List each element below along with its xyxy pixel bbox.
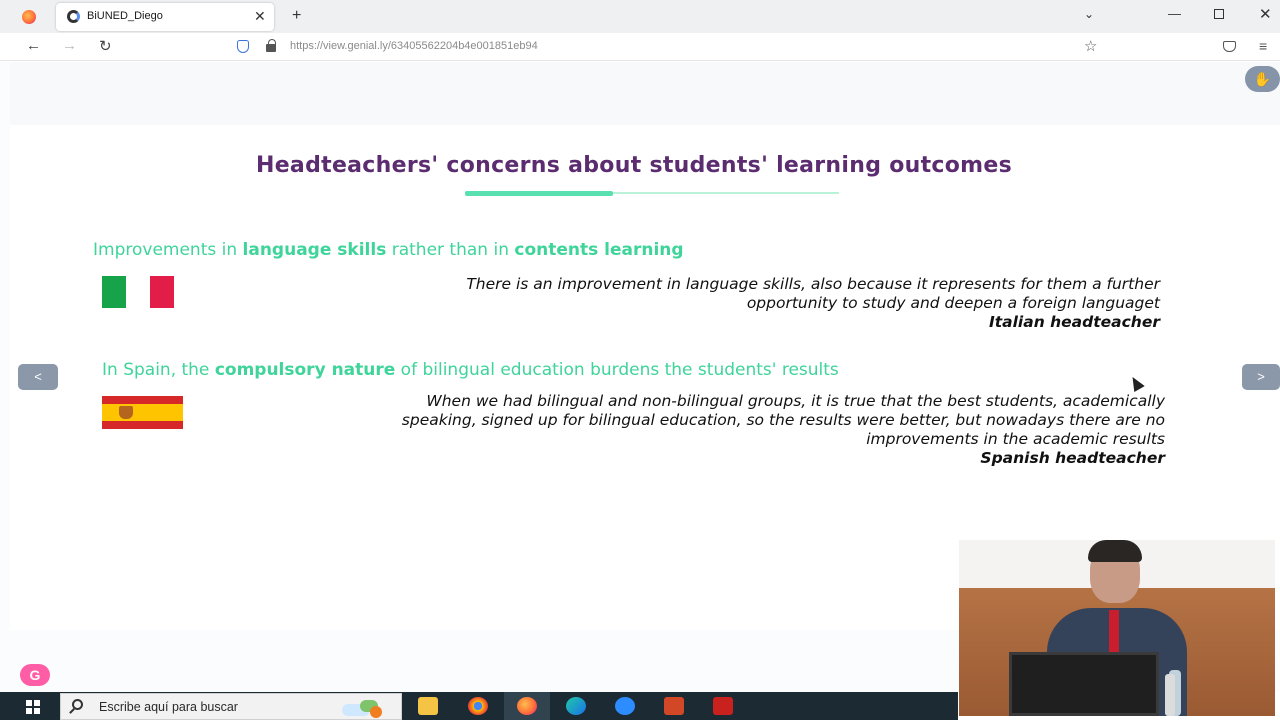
url-bar[interactable]: https://view.genial.ly/63405562204b4e001… xyxy=(290,40,538,52)
window-close-icon[interactable]: ✕ xyxy=(1259,5,1272,23)
italy-heading-bold-1: language skills xyxy=(242,240,387,260)
weather-widget-icon[interactable] xyxy=(338,696,386,718)
italy-quote: There is an improvement in language skil… xyxy=(466,275,1160,332)
italy-heading-bold-2: contents learning xyxy=(514,240,684,260)
hand-icon-button[interactable]: ✋ xyxy=(1245,66,1280,92)
tab-title: BiUNED_Diego xyxy=(87,10,163,22)
file-explorer-icon[interactable] xyxy=(418,697,438,715)
chrome-icon[interactable] xyxy=(468,697,488,715)
zoom-icon[interactable] xyxy=(615,697,635,715)
tab-list-chevron-down-icon[interactable]: ⌄ xyxy=(1084,7,1094,21)
browser-tab[interactable]: BiUNED_Diego ✕ xyxy=(56,3,274,31)
genially-logo-button[interactable]: G xyxy=(20,664,50,686)
spain-heading-text-2: of bilingual education burdens the stude… xyxy=(395,360,839,380)
slide-top-band xyxy=(10,62,1280,125)
edge-icon[interactable] xyxy=(566,697,586,715)
back-icon[interactable]: ← xyxy=(26,37,41,54)
pocket-icon[interactable] xyxy=(1223,41,1236,52)
spain-quote: When we had bilingual and non-bilingual … xyxy=(402,392,1165,468)
italy-quote-line-2: opportunity to study and deepen a foreig… xyxy=(746,294,1160,312)
genially-favicon xyxy=(67,10,80,23)
new-tab-plus-icon[interactable]: + xyxy=(292,7,301,25)
taskbar-search-placeholder: Escribe aquí para buscar xyxy=(99,700,238,714)
firefox-icon[interactable] xyxy=(22,10,36,24)
browser-nav-bar: ← → ↻ https://view.genial.ly/63405562204… xyxy=(0,33,1280,61)
spain-quote-line-3: improvements in the academic results xyxy=(866,430,1165,448)
spain-heading-bold: compulsory nature xyxy=(214,360,396,380)
lock-icon[interactable] xyxy=(266,39,276,52)
slide-title: Headteachers' concerns about students' l… xyxy=(256,153,1012,178)
spain-quote-line-2: speaking, signed up for bilingual educat… xyxy=(401,411,1165,429)
italy-quote-author: Italian headteacher xyxy=(988,313,1160,331)
italy-flag xyxy=(102,276,174,308)
browser-tab-bar: BiUNED_Diego ✕ + ⌄ — ✕ xyxy=(0,0,1280,33)
tab-close-icon[interactable]: ✕ xyxy=(254,8,266,25)
powerpoint-icon[interactable] xyxy=(664,697,684,715)
spain-heading-text: In Spain, the xyxy=(102,360,215,380)
spain-quote-author: Spanish headteacher xyxy=(980,449,1165,467)
italy-heading-text: Improvements in xyxy=(93,240,243,260)
url-path: /63405562204b4e001851eb94 xyxy=(387,40,538,52)
firefox-taskbar-icon[interactable] xyxy=(517,697,537,715)
window-minimize-icon[interactable]: — xyxy=(1168,6,1181,21)
italy-heading: Improvements in language skills rather t… xyxy=(93,240,684,260)
webcam-video xyxy=(959,540,1275,716)
prev-slide-button[interactable]: < xyxy=(18,364,58,390)
forward-icon[interactable]: → xyxy=(62,37,77,54)
spain-flag xyxy=(102,396,183,429)
windows-start-icon[interactable] xyxy=(26,700,40,714)
url-domain: https://view.genial.ly xyxy=(290,40,388,52)
italy-heading-text-2: rather than in xyxy=(386,240,515,260)
spain-heading: In Spain, the compulsory nature of bilin… xyxy=(102,360,839,380)
menu-icon[interactable]: ≡ xyxy=(1259,38,1267,54)
search-icon xyxy=(72,699,83,710)
spain-quote-line-1: When we had bilingual and non-bilingual … xyxy=(426,392,1165,410)
next-slide-button[interactable]: > xyxy=(1242,364,1280,390)
italy-quote-line-1: There is an improvement in language skil… xyxy=(466,275,1160,293)
title-underline-accent xyxy=(465,191,613,196)
reload-icon[interactable]: ↻ xyxy=(99,37,112,55)
acrobat-icon[interactable] xyxy=(713,697,733,715)
window-restore-icon[interactable] xyxy=(1214,9,1224,19)
shield-icon[interactable] xyxy=(237,40,249,53)
bookmark-star-icon[interactable]: ☆ xyxy=(1084,37,1097,55)
